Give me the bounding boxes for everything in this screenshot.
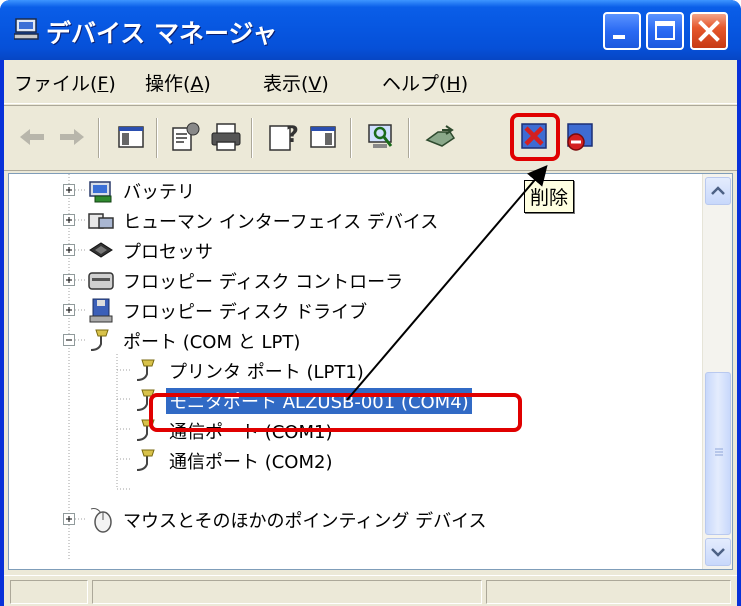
close-button[interactable] bbox=[690, 12, 728, 50]
port-icon bbox=[90, 329, 109, 351]
show-hide-tree-icon[interactable] bbox=[114, 120, 148, 154]
tree-item-floppy-drive[interactable]: フロッピー ディスク ドライブ bbox=[85, 295, 505, 325]
selected-row-highlight bbox=[149, 393, 522, 432]
expand-toggle[interactable] bbox=[63, 244, 75, 256]
forward-arrow-icon[interactable] bbox=[54, 120, 88, 154]
menu-file[interactable]: ファイル(F) bbox=[14, 69, 116, 96]
port-icon bbox=[136, 359, 155, 381]
expand-toggle[interactable] bbox=[63, 214, 75, 226]
device-tree-panel[interactable]: バッテリ ヒューマン インターフェイス デバイス プロセッサ フロッピー ディス… bbox=[8, 173, 733, 570]
status-pane bbox=[10, 580, 88, 604]
back-arrow-icon[interactable] bbox=[16, 120, 50, 154]
floppy-controller-icon bbox=[88, 272, 114, 290]
chevron-down-icon bbox=[711, 548, 725, 557]
battery-icon bbox=[89, 181, 112, 203]
computer-manager-icon bbox=[14, 18, 39, 40]
scroll-down-button[interactable] bbox=[705, 538, 731, 566]
show-hide-action-pane-icon[interactable] bbox=[306, 120, 340, 154]
tree-item-battery[interactable]: バッテリ bbox=[85, 175, 485, 205]
print-icon[interactable] bbox=[209, 120, 243, 154]
toolbar-separator bbox=[350, 118, 352, 158]
status-pane bbox=[486, 580, 731, 604]
plus-icon bbox=[66, 217, 72, 223]
menu-bar: ファイル(F) 操作(A) 表示(V) ヘルプ(H) bbox=[4, 60, 737, 104]
hid-icon bbox=[88, 213, 114, 229]
help-icon[interactable]: ? bbox=[266, 120, 300, 154]
title-bar[interactable]: デバイス マネージャ bbox=[0, 0, 741, 60]
svg-text:?: ? bbox=[286, 123, 299, 148]
floppy-drive-icon bbox=[89, 298, 113, 323]
disable-icon[interactable] bbox=[564, 120, 598, 154]
plus-icon bbox=[66, 307, 72, 313]
tree-item-com2[interactable]: 通信ポート (COM2) bbox=[131, 445, 391, 475]
minimize-icon bbox=[613, 35, 625, 39]
vertical-scrollbar[interactable] bbox=[702, 174, 732, 569]
toolbar-separator bbox=[408, 118, 410, 158]
update-driver-icon[interactable] bbox=[424, 120, 458, 154]
plus-icon bbox=[66, 277, 72, 283]
grip-icon bbox=[715, 448, 723, 456]
maximize-button[interactable] bbox=[646, 12, 684, 50]
tree-item-ports[interactable]: ポート (COM と LPT) bbox=[85, 325, 445, 355]
device-manager-window: デバイス マネージャ ファイル(F) 操作(A) 表示(V) ヘルプ(H) ? … bbox=[0, 0, 741, 606]
plus-icon bbox=[66, 516, 72, 522]
scroll-thumb[interactable] bbox=[705, 372, 731, 535]
port-icon bbox=[136, 449, 155, 471]
plus-icon bbox=[66, 247, 72, 253]
scan-hardware-icon[interactable] bbox=[365, 120, 399, 154]
expand-toggle[interactable] bbox=[63, 304, 75, 316]
status-bar bbox=[4, 575, 737, 606]
collapse-toggle[interactable] bbox=[63, 334, 75, 346]
tree-item-mouse[interactable]: マウスとそのほかのポインティング デバイス bbox=[85, 504, 585, 534]
minimize-button[interactable] bbox=[603, 12, 641, 50]
tree-item-floppy-controller[interactable]: フロッピー ディスク コントローラ bbox=[85, 265, 525, 295]
window-client-area: ファイル(F) 操作(A) 表示(V) ヘルプ(H) ? バッテリ ヒューマン … bbox=[4, 60, 737, 606]
uninstall-button-highlight bbox=[510, 113, 560, 161]
uninstall-tooltip: 削除 bbox=[524, 180, 575, 213]
scroll-up-button[interactable] bbox=[705, 177, 731, 205]
toolbar-separator bbox=[251, 118, 253, 158]
tree-item-processor[interactable]: プロセッサ bbox=[85, 235, 385, 265]
window-title: デバイス マネージャ bbox=[46, 19, 278, 48]
mouse-icon bbox=[90, 508, 112, 533]
tree-item-hid[interactable]: ヒューマン インターフェイス デバイス bbox=[85, 205, 545, 235]
chevron-up-icon bbox=[711, 186, 725, 195]
expand-toggle[interactable] bbox=[63, 274, 75, 286]
expand-toggle[interactable] bbox=[63, 513, 75, 525]
properties-icon[interactable] bbox=[169, 120, 203, 154]
processor-icon bbox=[89, 242, 113, 258]
plus-icon bbox=[66, 187, 72, 193]
toolbar-separator bbox=[156, 118, 158, 158]
menu-action[interactable]: 操作(A) bbox=[145, 69, 211, 96]
minus-icon bbox=[66, 339, 72, 341]
menu-help[interactable]: ヘルプ(H) bbox=[382, 69, 468, 96]
maximize-icon bbox=[655, 21, 675, 40]
status-pane bbox=[92, 580, 482, 604]
tree-item-printer-port[interactable]: プリンタ ポート (LPT1) bbox=[131, 355, 431, 385]
expand-toggle[interactable] bbox=[63, 184, 75, 196]
menu-view[interactable]: 表示(V) bbox=[263, 69, 329, 96]
close-icon bbox=[698, 20, 720, 42]
toolbar: ? bbox=[4, 105, 737, 171]
toolbar-separator bbox=[98, 118, 100, 158]
